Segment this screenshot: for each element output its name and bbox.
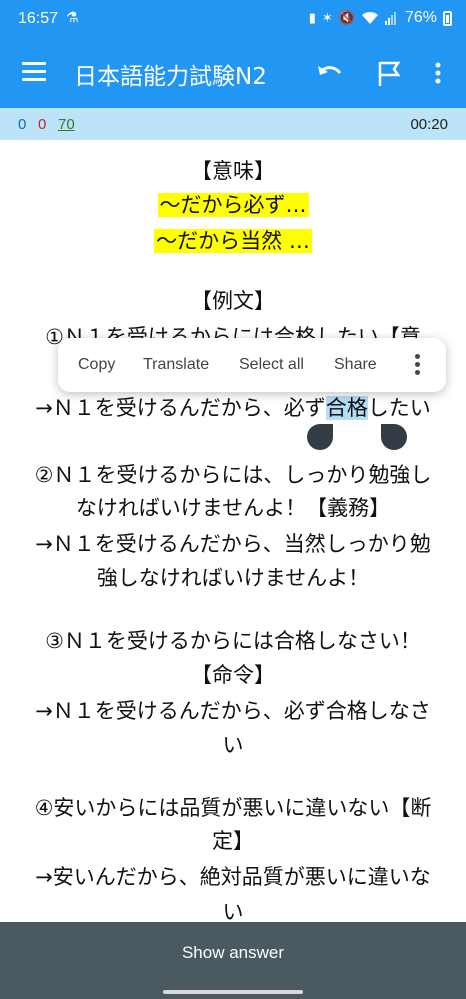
deck-title: 日本語能力試験N2 bbox=[74, 64, 267, 90]
meaning-line-2: 〜だから当然 … bbox=[154, 229, 312, 253]
example-1-line-2: →Ｎ１を受けるんだから、必ず合格したい bbox=[0, 393, 466, 423]
app-bar: 日本語能力試験N2 bbox=[0, 40, 466, 108]
gesture-nav-handle[interactable] bbox=[163, 990, 303, 994]
learning-count: 0 bbox=[38, 116, 47, 133]
review-count[interactable]: 70 bbox=[58, 116, 75, 133]
meaning-header: 【意味】 bbox=[191, 159, 275, 183]
example-3-line-4: い bbox=[222, 733, 244, 757]
translate-button[interactable]: Translate bbox=[143, 356, 209, 374]
example-4-line-1: ④安いからには品質が悪いに違いない【断 bbox=[34, 796, 432, 820]
battery-percent: 76% bbox=[404, 9, 437, 26]
battery-saver-icon: ▮ bbox=[308, 10, 316, 26]
card-timer: 00:20 bbox=[410, 116, 448, 133]
example-2-line-3: →Ｎ１を受けるんだから、当然しっかり勉 bbox=[35, 532, 431, 556]
example-1-after-selection: したい bbox=[367, 396, 431, 420]
example-2-line-2: なければいけませんよ！【義務】 bbox=[75, 496, 391, 520]
more-vert-icon[interactable] bbox=[430, 60, 446, 88]
person-icon: ⚗ bbox=[66, 10, 79, 26]
example-3-line-1: ③Ｎ１を受けるからには合格しなさい！ bbox=[45, 629, 421, 653]
more-options-icon[interactable] bbox=[415, 354, 421, 376]
battery-icon bbox=[443, 10, 452, 26]
example-3-line-2: 【命令】 bbox=[191, 663, 275, 687]
text-selection-menu: Copy Translate Select all Share bbox=[58, 338, 446, 392]
example-2-line-1: ②Ｎ１を受けるからには、しっかり勉強し bbox=[34, 463, 432, 487]
example-4-line-2: 定】 bbox=[212, 829, 254, 853]
example-header: 【例文】 bbox=[191, 289, 275, 313]
wifi-icon bbox=[361, 11, 378, 24]
new-count: 0 bbox=[18, 116, 27, 133]
example-1-before-selection: →Ｎ１を受けるんだから、必ず bbox=[35, 396, 326, 420]
share-button[interactable]: Share bbox=[334, 356, 377, 374]
undo-icon[interactable] bbox=[315, 60, 345, 88]
example-4-line-4: い bbox=[222, 900, 244, 922]
bluetooth-icon: ✶ bbox=[321, 10, 333, 26]
selection-handle-start[interactable] bbox=[307, 424, 333, 450]
status-icons: ▮ ✶ 🔇 76% bbox=[309, 9, 452, 27]
selection-handle-end[interactable] bbox=[381, 424, 407, 450]
status-time: 16:57 bbox=[18, 10, 59, 27]
card-content[interactable]: 【意味】 〜だから必ず… 〜だから当然 … 【例文】 ①Ｎ１を受けるからには合格… bbox=[0, 140, 466, 922]
signal-icon bbox=[384, 12, 396, 25]
copy-button[interactable]: Copy bbox=[78, 356, 115, 374]
meaning-line-1: 〜だから必ず… bbox=[157, 193, 309, 217]
status-bar: 16:57 ⚗ ▮ ✶ 🔇 76% bbox=[0, 0, 466, 40]
answer-bar: Show answer bbox=[0, 922, 466, 999]
show-answer-button[interactable]: Show answer bbox=[0, 943, 466, 963]
selected-text[interactable]: 合格 bbox=[325, 396, 368, 420]
mute-icon: 🔇 bbox=[338, 10, 355, 26]
flag-icon[interactable] bbox=[376, 60, 402, 88]
select-all-button[interactable]: Select all bbox=[239, 356, 304, 374]
example-2-line-4: 強しなければいけませんよ！ bbox=[96, 566, 370, 590]
example-3-line-3: →Ｎ１を受けるんだから、必ず合格しなさ bbox=[35, 699, 431, 723]
menu-icon[interactable] bbox=[22, 62, 46, 82]
example-4-line-3: →安いんだから、絶対品質が悪いに違いな bbox=[35, 865, 431, 889]
stats-bar: 0 0 70 00:20 bbox=[0, 108, 466, 140]
